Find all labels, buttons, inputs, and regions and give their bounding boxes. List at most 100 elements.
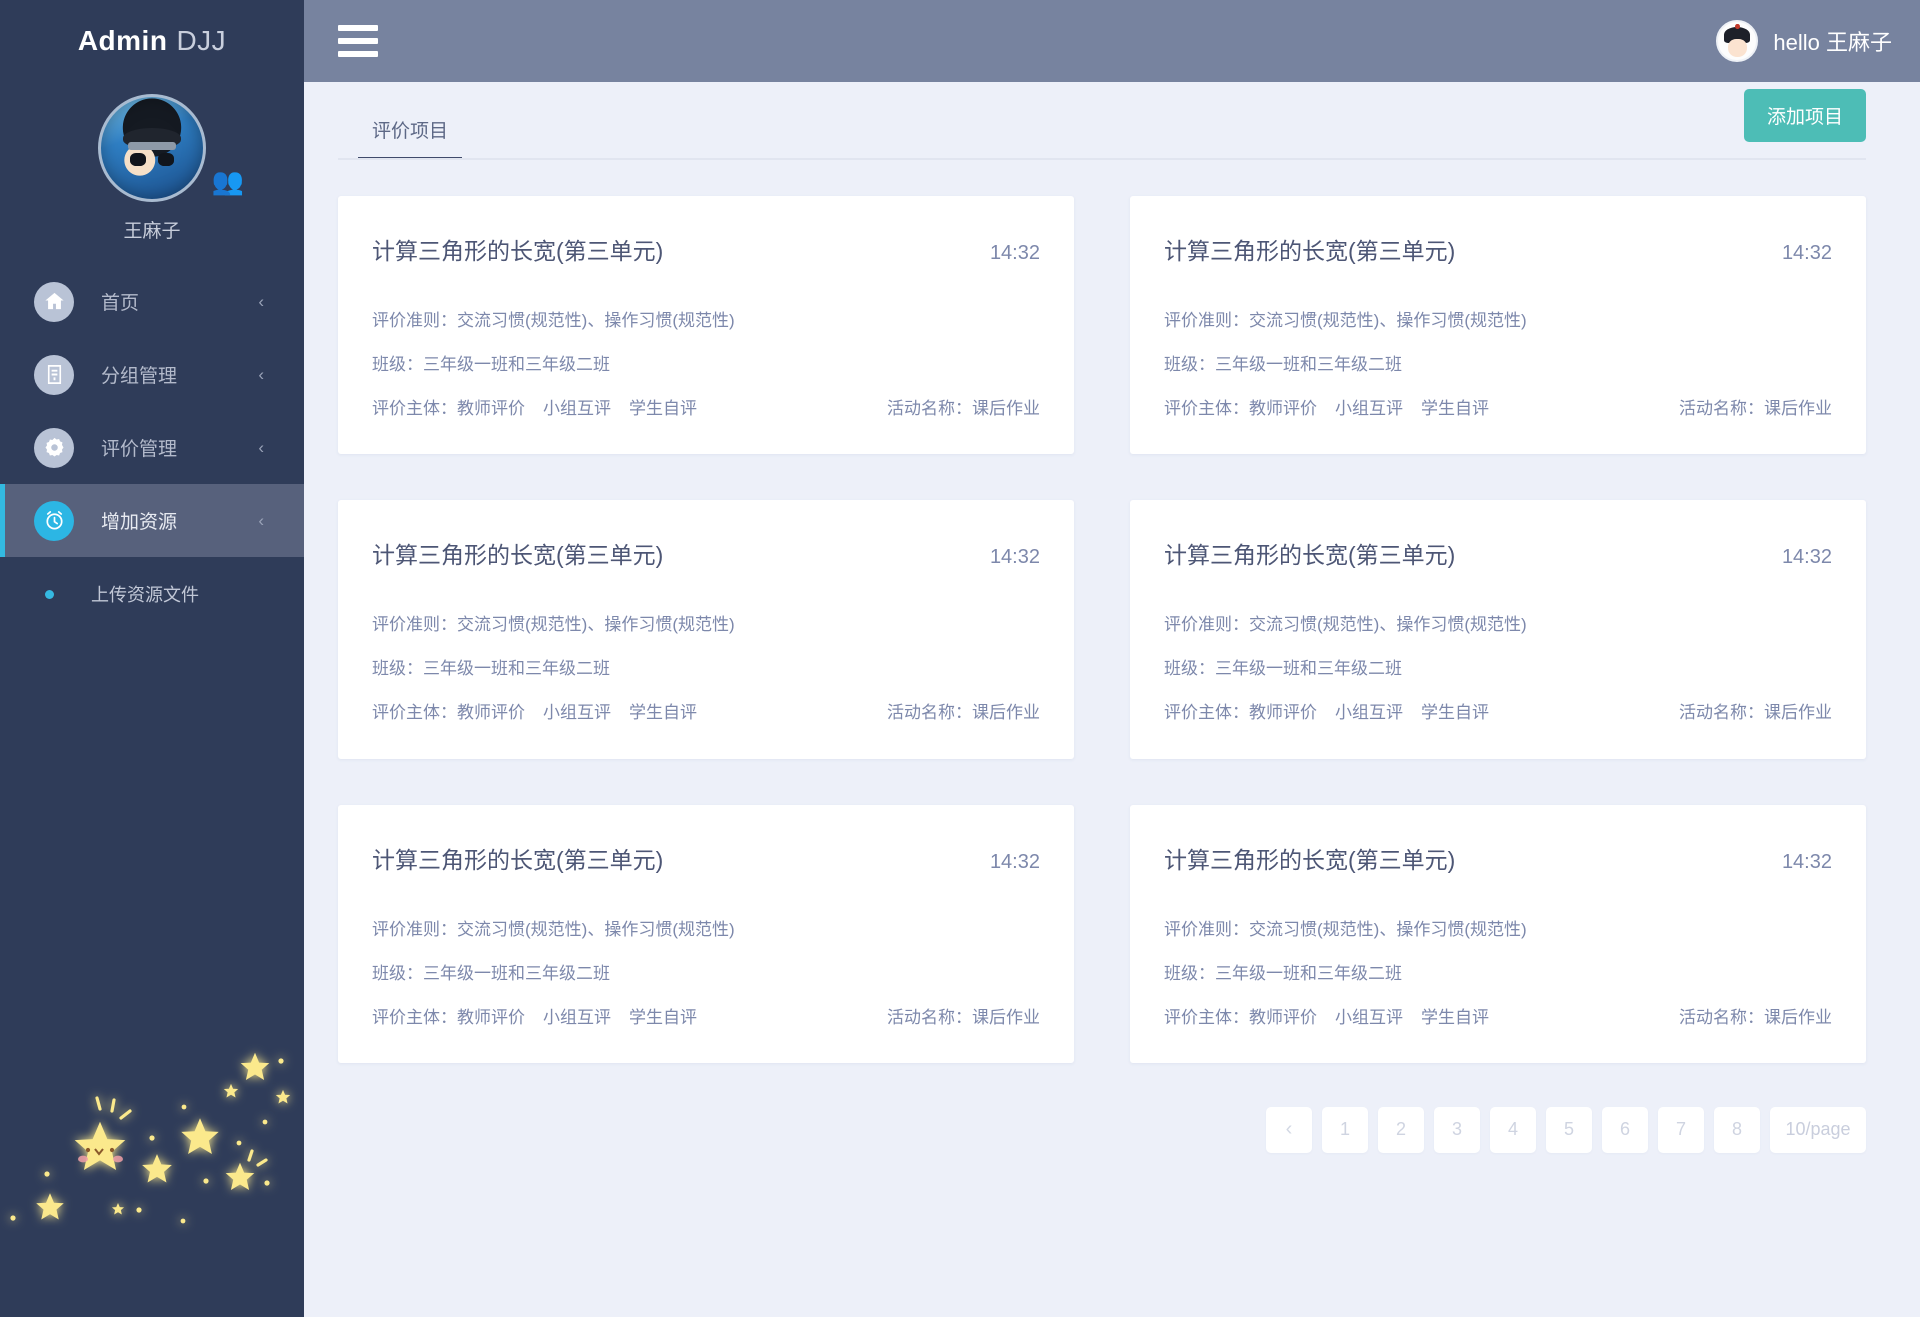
card-body: 评价准则：交流习惯(规范性)、操作习惯(规范性) 班级：三年级一班和三年级二班 … bbox=[372, 310, 1040, 420]
activity-group: 活动名称：课后作业 bbox=[1679, 702, 1832, 724]
project-card[interactable]: 计算三角形的长宽(第三单元) 14:32 评价准则：交流习惯(规范性)、操作习惯… bbox=[1130, 500, 1866, 759]
pagination-page-4[interactable]: 4 bbox=[1490, 1106, 1536, 1153]
class-row: 班级：三年级一班和三年级二班 bbox=[1164, 963, 1832, 985]
activity-label: 活动名称： bbox=[1679, 703, 1764, 723]
sidebar-item-evaluation-management[interactable]: 评价管理 ‹ bbox=[0, 411, 304, 484]
pagination-page-3[interactable]: 3 bbox=[1434, 1106, 1480, 1153]
pagination-page-5[interactable]: 5 bbox=[1546, 1106, 1592, 1153]
activity-value: 课后作业 bbox=[972, 703, 1040, 723]
project-card[interactable]: 计算三角形的长宽(第三单元) 14:32 评价准则：交流习惯(规范性)、操作习惯… bbox=[1130, 804, 1866, 1063]
activity-group: 活动名称：课后作业 bbox=[887, 702, 1040, 724]
class-row: 班级：三年级一班和三年级二班 bbox=[372, 354, 1040, 376]
class-value: 三年级一班和三年级二班 bbox=[423, 659, 610, 679]
card-time: 14:32 bbox=[1781, 850, 1832, 873]
activity-group: 活动名称：课后作业 bbox=[887, 398, 1040, 420]
criteria-value: 交流习惯(规范性)、操作习惯(规范性) bbox=[457, 311, 735, 330]
sidebar-subitem-upload-resource-file[interactable]: 上传资源文件 bbox=[0, 557, 304, 631]
subject-group: 评价主体： 教师评价 小组互评 学生自评 bbox=[1164, 398, 1489, 420]
sidebar-item-add-resource[interactable]: 增加资源 ‹ bbox=[0, 484, 304, 557]
subject-label: 评价主体： bbox=[372, 703, 457, 723]
main-region: hello 王麻子 评价项目 添加项目 计算三角形的长宽(第三单元) 14:32 bbox=[304, 0, 1920, 1317]
card-header: 计算三角形的长宽(第三单元) 14:32 bbox=[1164, 536, 1832, 570]
card-body: 评价准则：交流习惯(规范性)、操作习惯(规范性) 班级：三年级一班和三年级二班 … bbox=[1164, 919, 1832, 1029]
subject-item: 教师评价 bbox=[1249, 1007, 1317, 1027]
subject-item: 教师评价 bbox=[457, 399, 525, 419]
activity-label: 活动名称： bbox=[887, 703, 972, 723]
subject-values: 教师评价 小组互评 学生自评 bbox=[1249, 702, 1489, 724]
subject-item: 小组互评 bbox=[543, 703, 611, 723]
class-row: 班级：三年级一班和三年级二班 bbox=[372, 963, 1040, 985]
class-row: 班级：三年级一班和三年级二班 bbox=[372, 658, 1040, 680]
avatar[interactable] bbox=[98, 94, 206, 202]
tabs: 评价项目 bbox=[338, 82, 463, 160]
pagination-page-6[interactable]: 6 bbox=[1602, 1106, 1648, 1153]
hamburger-icon[interactable] bbox=[338, 24, 378, 58]
class-label: 班级： bbox=[1164, 355, 1215, 375]
subject-values: 教师评价 小组互评 学生自评 bbox=[457, 1007, 697, 1029]
sidebar-item-group-management[interactable]: 分组管理 ‹ bbox=[0, 338, 304, 411]
tab-strip-divider bbox=[338, 158, 1866, 160]
sidebar-item-label: 评价管理 bbox=[101, 439, 178, 460]
people-icon[interactable]: 👥 bbox=[212, 168, 244, 194]
subject-item: 小组互评 bbox=[1335, 1007, 1403, 1027]
criteria-label: 评价准则： bbox=[372, 311, 457, 330]
project-card[interactable]: 计算三角形的长宽(第三单元) 14:32 评价准则：交流习惯(规范性)、操作习惯… bbox=[1130, 196, 1866, 455]
subject-group: 评价主体： 教师评价 小组互评 学生自评 bbox=[372, 398, 697, 420]
brand-strong: Admin bbox=[77, 25, 168, 56]
sidebar-item-label: 首页 bbox=[101, 293, 140, 314]
project-card[interactable]: 计算三角形的长宽(第三单元) 14:32 评价准则：交流习惯(规范性)、操作习惯… bbox=[338, 804, 1074, 1063]
criteria-row: 评价准则：交流习惯(规范性)、操作习惯(规范性) bbox=[372, 310, 1040, 332]
brand-logo[interactable]: Admin DJJ bbox=[0, 0, 304, 82]
subject-item: 小组互评 bbox=[543, 1007, 611, 1027]
card-body: 评价准则：交流习惯(规范性)、操作习惯(规范性) 班级：三年级一班和三年级二班 … bbox=[1164, 614, 1832, 724]
tab-evaluation-projects[interactable]: 评价项目 bbox=[358, 116, 463, 160]
card-header: 计算三角形的长宽(第三单元) 14:32 bbox=[372, 536, 1040, 570]
subject-group: 评价主体： 教师评价 小组互评 学生自评 bbox=[1164, 702, 1489, 724]
criteria-label: 评价准则： bbox=[372, 919, 457, 939]
subject-activity-row: 评价主体： 教师评价 小组互评 学生自评 活动名称：课后作业 bbox=[1164, 702, 1832, 724]
card-header: 计算三角形的长宽(第三单元) 14:32 bbox=[372, 841, 1040, 875]
sidebar-subitem-label: 上传资源文件 bbox=[91, 585, 199, 605]
card-body: 评价准则：交流习惯(规范性)、操作习惯(规范性) 班级：三年级一班和三年级二班 … bbox=[372, 614, 1040, 724]
subject-values: 教师评价 小组互评 学生自评 bbox=[457, 398, 697, 420]
criteria-value: 交流习惯(规范性)、操作习惯(规范性) bbox=[1249, 311, 1527, 330]
profile-name: 王麻子 bbox=[123, 221, 181, 242]
class-label: 班级： bbox=[372, 963, 423, 983]
pagination-page-2[interactable]: 2 bbox=[1378, 1106, 1424, 1153]
subject-label: 评价主体： bbox=[1164, 1007, 1249, 1027]
subject-item: 学生自评 bbox=[629, 399, 697, 419]
subject-item: 小组互评 bbox=[1335, 399, 1403, 419]
user-avatar bbox=[1716, 20, 1759, 62]
project-card[interactable]: 计算三角形的长宽(第三单元) 14:32 评价准则：交流习惯(规范性)、操作习惯… bbox=[338, 196, 1074, 455]
subject-item: 学生自评 bbox=[629, 703, 697, 723]
card-time: 14:32 bbox=[989, 242, 1040, 264]
subject-activity-row: 评价主体： 教师评价 小组互评 学生自评 活动名称：课后作业 bbox=[372, 398, 1040, 420]
brand-light: DJJ bbox=[176, 25, 227, 56]
pagination-page-1[interactable]: 1 bbox=[1322, 1106, 1368, 1153]
criteria-label: 评价准则： bbox=[1164, 919, 1249, 939]
add-project-button[interactable]: 添加项目 bbox=[1743, 89, 1866, 142]
project-card[interactable]: 计算三角形的长宽(第三单元) 14:32 评价准则：交流习惯(规范性)、操作习惯… bbox=[338, 500, 1074, 759]
chevron-left-icon: ‹ bbox=[258, 510, 264, 530]
activity-value: 课后作业 bbox=[1764, 399, 1832, 419]
pagination-page-size-select[interactable]: 10/page bbox=[1770, 1106, 1866, 1153]
activity-label: 活动名称： bbox=[1679, 1007, 1764, 1027]
home-icon bbox=[34, 281, 74, 322]
subject-item: 学生自评 bbox=[1421, 399, 1489, 419]
criteria-row: 评价准则：交流习惯(规范性)、操作习惯(规范性) bbox=[1164, 614, 1832, 636]
activity-label: 活动名称： bbox=[1679, 399, 1764, 419]
pagination-page-7[interactable]: 7 bbox=[1658, 1106, 1704, 1153]
pagination-page-8[interactable]: 8 bbox=[1714, 1106, 1760, 1153]
sidebar-item-label: 分组管理 bbox=[101, 366, 178, 387]
card-header: 计算三角形的长宽(第三单元) 14:32 bbox=[1164, 841, 1832, 875]
sidebar-profile: 👥 王麻子 bbox=[0, 82, 304, 243]
sidebar-item-home[interactable]: 首页 ‹ bbox=[0, 265, 304, 338]
activity-label: 活动名称： bbox=[887, 1007, 972, 1027]
activity-group: 活动名称：课后作业 bbox=[1679, 1007, 1832, 1029]
subject-group: 评价主体： 教师评价 小组互评 学生自评 bbox=[372, 1007, 697, 1029]
user-menu[interactable]: hello 王麻子 bbox=[1716, 20, 1892, 62]
pagination-prev-button[interactable]: ‹ bbox=[1266, 1106, 1312, 1153]
sidebar-nav: 首页 ‹ 分组管理 ‹ 评价管理 ‹ 增加资源 ‹ 上传资源文件 bbox=[0, 265, 304, 631]
card-title: 计算三角形的长宽(第三单元) bbox=[372, 238, 664, 264]
subject-label: 评价主体： bbox=[372, 1007, 457, 1027]
